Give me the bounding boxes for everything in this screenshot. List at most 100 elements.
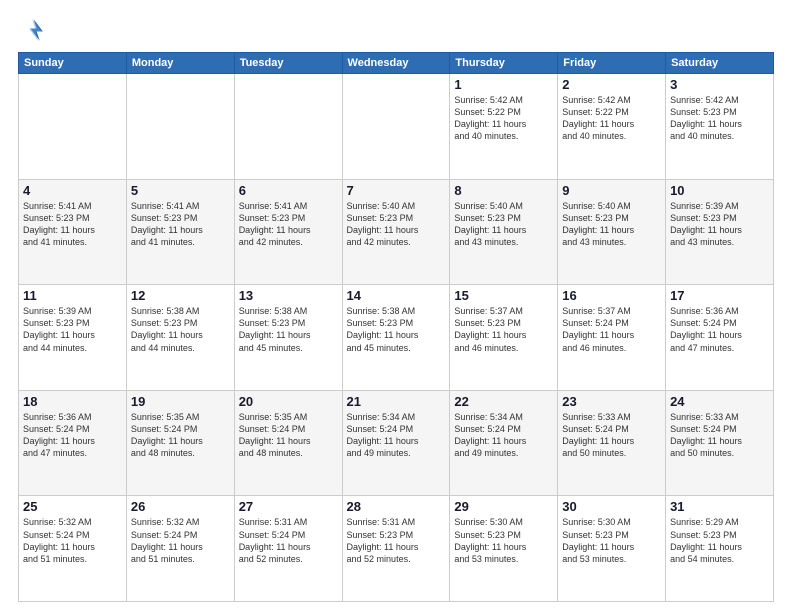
calendar-cell-2-3: 14 Sunrise: 5:38 AM Sunset: 5:23 PM Dayli… xyxy=(342,285,450,391)
day-number: 30 xyxy=(562,499,661,514)
day-number: 22 xyxy=(454,394,553,409)
day-info: Sunrise: 5:30 AM Sunset: 5:23 PM Dayligh… xyxy=(562,516,661,565)
weekday-saturday: Saturday xyxy=(666,53,774,74)
day-info: Sunrise: 5:34 AM Sunset: 5:24 PM Dayligh… xyxy=(347,411,446,460)
day-info: Sunrise: 5:40 AM Sunset: 5:23 PM Dayligh… xyxy=(454,200,553,249)
day-number: 29 xyxy=(454,499,553,514)
calendar-cell-3-5: 23 Sunrise: 5:33 AM Sunset: 5:24 PM Dayli… xyxy=(558,390,666,496)
day-number: 23 xyxy=(562,394,661,409)
weekday-thursday: Thursday xyxy=(450,53,558,74)
day-info: Sunrise: 5:29 AM Sunset: 5:23 PM Dayligh… xyxy=(670,516,769,565)
calendar-cell-1-5: 9 Sunrise: 5:40 AM Sunset: 5:23 PM Daylig… xyxy=(558,179,666,285)
day-number: 26 xyxy=(131,499,230,514)
day-number: 11 xyxy=(23,288,122,303)
day-number: 16 xyxy=(562,288,661,303)
calendar-cell-3-4: 22 Sunrise: 5:34 AM Sunset: 5:24 PM Dayli… xyxy=(450,390,558,496)
week-row-0: 1Sunrise: 5:42 AM Sunset: 5:22 PM Daylig… xyxy=(19,74,774,180)
day-info: Sunrise: 5:35 AM Sunset: 5:24 PM Dayligh… xyxy=(131,411,230,460)
calendar-cell-4-3: 28Sunrise: 5:31 AM Sunset: 5:23 PM Dayli… xyxy=(342,496,450,602)
calendar-cell-1-1: 5 Sunrise: 5:41 AM Sunset: 5:23 PM Daylig… xyxy=(126,179,234,285)
week-row-2: 11 Sunrise: 5:39 AM Sunset: 5:23 PM Dayli… xyxy=(19,285,774,391)
calendar-cell-1-3: 7 Sunrise: 5:40 AM Sunset: 5:23 PM Daylig… xyxy=(342,179,450,285)
calendar-cell-3-2: 20 Sunrise: 5:35 AM Sunset: 5:24 PM Dayli… xyxy=(234,390,342,496)
day-number: 7 xyxy=(347,183,446,198)
day-number: 5 xyxy=(131,183,230,198)
day-info: Sunrise: 5:37 AM Sunset: 5:24 PM Dayligh… xyxy=(562,305,661,354)
calendar-cell-0-5: 2Sunrise: 5:42 AM Sunset: 5:22 PM Daylig… xyxy=(558,74,666,180)
day-info: Sunrise: 5:33 AM Sunset: 5:24 PM Dayligh… xyxy=(562,411,661,460)
calendar-cell-1-0: 4 Sunrise: 5:41 AM Sunset: 5:23 PM Daylig… xyxy=(19,179,127,285)
day-info: Sunrise: 5:38 AM Sunset: 5:23 PM Dayligh… xyxy=(347,305,446,354)
day-info: Sunrise: 5:39 AM Sunset: 5:23 PM Dayligh… xyxy=(23,305,122,354)
calendar-cell-4-6: 31 Sunrise: 5:29 AM Sunset: 5:23 PM Dayli… xyxy=(666,496,774,602)
day-number: 25 xyxy=(23,499,122,514)
day-number: 17 xyxy=(670,288,769,303)
calendar-cell-2-2: 13 Sunrise: 5:38 AM Sunset: 5:23 PM Dayli… xyxy=(234,285,342,391)
day-number: 2 xyxy=(562,77,661,92)
day-info: Sunrise: 5:35 AM Sunset: 5:24 PM Dayligh… xyxy=(239,411,338,460)
calendar-cell-0-6: 3 Sunrise: 5:42 AM Sunset: 5:23 PM Daylig… xyxy=(666,74,774,180)
header xyxy=(18,16,774,44)
day-info: Sunrise: 5:41 AM Sunset: 5:23 PM Dayligh… xyxy=(23,200,122,249)
day-info: Sunrise: 5:32 AM Sunset: 5:24 PM Dayligh… xyxy=(131,516,230,565)
day-number: 9 xyxy=(562,183,661,198)
day-info: Sunrise: 5:38 AM Sunset: 5:23 PM Dayligh… xyxy=(131,305,230,354)
week-row-1: 4 Sunrise: 5:41 AM Sunset: 5:23 PM Daylig… xyxy=(19,179,774,285)
day-number: 12 xyxy=(131,288,230,303)
day-info: Sunrise: 5:36 AM Sunset: 5:24 PM Dayligh… xyxy=(23,411,122,460)
calendar-cell-4-1: 26 Sunrise: 5:32 AM Sunset: 5:24 PM Dayli… xyxy=(126,496,234,602)
day-number: 27 xyxy=(239,499,338,514)
calendar-cell-2-5: 16 Sunrise: 5:37 AM Sunset: 5:24 PM Dayli… xyxy=(558,285,666,391)
day-info: Sunrise: 5:40 AM Sunset: 5:23 PM Dayligh… xyxy=(562,200,661,249)
calendar-cell-4-2: 27 Sunrise: 5:31 AM Sunset: 5:24 PM Dayli… xyxy=(234,496,342,602)
calendar-cell-2-0: 11 Sunrise: 5:39 AM Sunset: 5:23 PM Dayli… xyxy=(19,285,127,391)
week-row-3: 18 Sunrise: 5:36 AM Sunset: 5:24 PM Dayli… xyxy=(19,390,774,496)
calendar-cell-3-0: 18 Sunrise: 5:36 AM Sunset: 5:24 PM Dayli… xyxy=(19,390,127,496)
day-info: Sunrise: 5:41 AM Sunset: 5:23 PM Dayligh… xyxy=(239,200,338,249)
day-number: 10 xyxy=(670,183,769,198)
weekday-sunday: Sunday xyxy=(19,53,127,74)
calendar-cell-0-1 xyxy=(126,74,234,180)
calendar-cell-3-1: 19 Sunrise: 5:35 AM Sunset: 5:24 PM Dayli… xyxy=(126,390,234,496)
weekday-monday: Monday xyxy=(126,53,234,74)
calendar-cell-4-5: 30 Sunrise: 5:30 AM Sunset: 5:23 PM Dayli… xyxy=(558,496,666,602)
week-row-4: 25 Sunrise: 5:32 AM Sunset: 5:24 PM Dayli… xyxy=(19,496,774,602)
calendar-cell-0-4: 1Sunrise: 5:42 AM Sunset: 5:22 PM Daylig… xyxy=(450,74,558,180)
day-number: 18 xyxy=(23,394,122,409)
day-info: Sunrise: 5:36 AM Sunset: 5:24 PM Dayligh… xyxy=(670,305,769,354)
day-number: 31 xyxy=(670,499,769,514)
calendar-cell-0-2 xyxy=(234,74,342,180)
calendar-cell-0-3 xyxy=(342,74,450,180)
day-number: 20 xyxy=(239,394,338,409)
day-info: Sunrise: 5:34 AM Sunset: 5:24 PM Dayligh… xyxy=(454,411,553,460)
day-number: 24 xyxy=(670,394,769,409)
day-info: Sunrise: 5:31 AM Sunset: 5:24 PM Dayligh… xyxy=(239,516,338,565)
day-info: Sunrise: 5:40 AM Sunset: 5:23 PM Dayligh… xyxy=(347,200,446,249)
page: SundayMondayTuesdayWednesdayThursdayFrid… xyxy=(0,0,792,612)
day-number: 8 xyxy=(454,183,553,198)
day-info: Sunrise: 5:38 AM Sunset: 5:23 PM Dayligh… xyxy=(239,305,338,354)
day-number: 14 xyxy=(347,288,446,303)
day-number: 19 xyxy=(131,394,230,409)
day-number: 3 xyxy=(670,77,769,92)
day-info: Sunrise: 5:42 AM Sunset: 5:23 PM Dayligh… xyxy=(670,94,769,143)
weekday-friday: Friday xyxy=(558,53,666,74)
day-info: Sunrise: 5:30 AM Sunset: 5:23 PM Dayligh… xyxy=(454,516,553,565)
day-info: Sunrise: 5:32 AM Sunset: 5:24 PM Dayligh… xyxy=(23,516,122,565)
day-number: 15 xyxy=(454,288,553,303)
day-info: Sunrise: 5:39 AM Sunset: 5:23 PM Dayligh… xyxy=(670,200,769,249)
day-number: 4 xyxy=(23,183,122,198)
calendar-cell-2-1: 12 Sunrise: 5:38 AM Sunset: 5:23 PM Dayli… xyxy=(126,285,234,391)
day-number: 21 xyxy=(347,394,446,409)
day-number: 13 xyxy=(239,288,338,303)
day-info: Sunrise: 5:37 AM Sunset: 5:23 PM Dayligh… xyxy=(454,305,553,354)
day-info: Sunrise: 5:42 AM Sunset: 5:22 PM Dayligh… xyxy=(454,94,553,143)
day-info: Sunrise: 5:41 AM Sunset: 5:23 PM Dayligh… xyxy=(131,200,230,249)
calendar-cell-2-6: 17 Sunrise: 5:36 AM Sunset: 5:24 PM Dayli… xyxy=(666,285,774,391)
calendar-cell-4-4: 29 Sunrise: 5:30 AM Sunset: 5:23 PM Dayli… xyxy=(450,496,558,602)
day-info: Sunrise: 5:31 AM Sunset: 5:23 PM Dayligh… xyxy=(347,516,446,565)
calendar-cell-2-4: 15 Sunrise: 5:37 AM Sunset: 5:23 PM Dayli… xyxy=(450,285,558,391)
logo xyxy=(18,16,50,44)
day-number: 6 xyxy=(239,183,338,198)
calendar-cell-4-0: 25 Sunrise: 5:32 AM Sunset: 5:24 PM Dayli… xyxy=(19,496,127,602)
